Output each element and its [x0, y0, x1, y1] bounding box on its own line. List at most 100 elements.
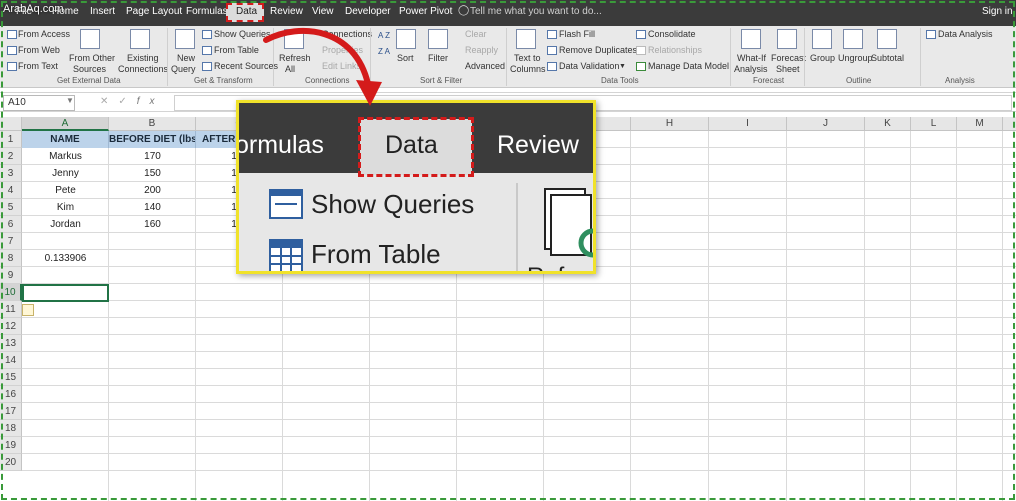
- from-web-button[interactable]: From Web: [18, 45, 60, 56]
- existing-connections-button[interactable]: Existing: [127, 53, 159, 64]
- cell-a5[interactable]: Kim: [22, 199, 109, 216]
- what-if-analysis-button[interactable]: What-If: [737, 53, 766, 64]
- forecast-sheet-button[interactable]: Forecast: [771, 53, 806, 64]
- cell-b4[interactable]: 200: [109, 182, 196, 199]
- cell-a6[interactable]: Jordan: [22, 216, 109, 233]
- column-header-a[interactable]: A: [22, 117, 109, 131]
- group-button[interactable]: Group: [810, 53, 835, 64]
- tab-formulas[interactable]: Formulas: [186, 6, 228, 17]
- tab-page-layout[interactable]: Page Layout: [126, 6, 182, 17]
- web-icon: [7, 46, 17, 55]
- cell-b3[interactable]: 150: [109, 165, 196, 182]
- clear-filter-button[interactable]: Clear: [465, 29, 487, 40]
- chevron-down-icon[interactable]: ▼: [66, 96, 74, 105]
- consolidate-button[interactable]: Consolidate: [648, 29, 696, 40]
- row-header-10[interactable]: 10: [0, 284, 22, 301]
- cancel-icon[interactable]: ✕: [100, 96, 118, 107]
- zoom-tab-formulas: ormulas: [236, 131, 324, 159]
- column-header-b[interactable]: B: [109, 117, 196, 131]
- row-header-5[interactable]: 5: [0, 199, 22, 216]
- select-all-corner[interactable]: [0, 117, 22, 131]
- from-text-button[interactable]: From Text: [18, 61, 58, 72]
- fx-icon[interactable]: fx: [137, 96, 165, 107]
- reapply-button[interactable]: Reapply: [465, 45, 498, 56]
- chevron-down-icon[interactable]: ▼: [619, 61, 626, 72]
- column-header-h[interactable]: H: [631, 117, 709, 131]
- tab-developer[interactable]: Developer: [345, 6, 391, 17]
- row-header-20[interactable]: 20: [0, 454, 22, 471]
- gridline-horizontal: [22, 470, 1016, 471]
- row-header-16[interactable]: 16: [0, 386, 22, 403]
- group-label-data-tools: Data Tools: [601, 76, 639, 85]
- row-header-6[interactable]: 6: [0, 216, 22, 233]
- row-header-12[interactable]: 12: [0, 318, 22, 335]
- column-header-l[interactable]: L: [911, 117, 957, 131]
- paste-options-icon[interactable]: [22, 304, 34, 316]
- ungroup-button[interactable]: Ungroup: [838, 53, 873, 64]
- data-validation-button[interactable]: Data Validation: [559, 61, 619, 72]
- row-header-4[interactable]: 4: [0, 182, 22, 199]
- cell-a4[interactable]: Pete: [22, 182, 109, 199]
- advanced-filter-button[interactable]: Advanced: [465, 61, 505, 72]
- tab-data[interactable]: Data: [236, 6, 257, 17]
- cell-b1[interactable]: BEFORE DIET (lbs): [109, 131, 196, 148]
- row-header-18[interactable]: 18: [0, 420, 22, 437]
- column-header-n[interactable]: N: [1003, 117, 1016, 131]
- subtotal-button[interactable]: Subtotal: [871, 53, 904, 64]
- from-table-button[interactable]: From Table: [214, 45, 259, 56]
- what-if-icon: [741, 29, 761, 49]
- relationships-button[interactable]: Relationships: [648, 45, 702, 56]
- row-header-19[interactable]: 19: [0, 437, 22, 454]
- tab-insert[interactable]: Insert: [90, 6, 115, 17]
- row-header-14[interactable]: 14: [0, 352, 22, 369]
- cell-b5[interactable]: 140: [109, 199, 196, 216]
- text-to-columns-button[interactable]: Text to: [514, 53, 541, 64]
- column-header-m[interactable]: M: [957, 117, 1003, 131]
- row-header-2[interactable]: 2: [0, 148, 22, 165]
- tell-me-input[interactable]: Tell me what you want to do...: [470, 6, 602, 17]
- cell-a8[interactable]: 0.133906: [22, 250, 109, 267]
- remove-duplicates-button[interactable]: Remove Duplicates: [559, 45, 637, 56]
- cell-b6[interactable]: 160: [109, 216, 196, 233]
- tab-review[interactable]: Review: [270, 6, 303, 17]
- tab-view[interactable]: View: [312, 6, 334, 17]
- row-header-11[interactable]: 11: [0, 301, 22, 318]
- from-access-button[interactable]: From Access: [18, 29, 70, 40]
- row-header-17[interactable]: 17: [0, 403, 22, 420]
- new-query-button[interactable]: New: [177, 53, 195, 64]
- from-other-sources-label: Sources: [73, 64, 107, 74]
- name-box[interactable]: A10: [3, 95, 75, 111]
- data-analysis-button[interactable]: Data Analysis: [938, 29, 993, 40]
- cell-a2[interactable]: Markus: [22, 148, 109, 165]
- group-separator: [804, 28, 805, 86]
- flash-fill-button[interactable]: Flash Fill: [559, 29, 595, 40]
- cell-a3[interactable]: Jenny: [22, 165, 109, 182]
- row-header-13[interactable]: 13: [0, 335, 22, 352]
- row-header-1[interactable]: 1: [0, 131, 22, 148]
- cell-c1[interactable]: AFTER D: [196, 131, 238, 148]
- group-label-get-external-data: Get External Data: [57, 76, 121, 85]
- filter-button[interactable]: Filter: [428, 53, 448, 64]
- from-other-sources-button[interactable]: From Other: [69, 53, 115, 64]
- row-header-9[interactable]: 9: [0, 267, 22, 284]
- row-header-7[interactable]: 7: [0, 233, 22, 250]
- column-header-i[interactable]: I: [709, 117, 787, 131]
- active-cell-a10[interactable]: [22, 284, 109, 302]
- enter-icon[interactable]: ✓: [118, 96, 136, 107]
- row-header-8[interactable]: 8: [0, 250, 22, 267]
- column-header-k[interactable]: K: [865, 117, 911, 131]
- existing-connections-icon: [130, 29, 150, 49]
- sort-button[interactable]: Sort: [397, 53, 414, 64]
- gridline-horizontal: [22, 317, 1016, 318]
- cell-a1[interactable]: NAME: [22, 131, 109, 148]
- gridline-horizontal: [22, 283, 1016, 284]
- row-header-3[interactable]: 3: [0, 165, 22, 182]
- manage-data-model-button[interactable]: Manage Data Model: [648, 61, 729, 72]
- group-icon: [812, 29, 832, 49]
- tab-power-pivot[interactable]: Power Pivot: [399, 6, 452, 17]
- column-header-j[interactable]: J: [787, 117, 865, 131]
- row-header-15[interactable]: 15: [0, 369, 22, 386]
- menu-bar: File Home Insert Page Layout Formulas Da…: [0, 0, 1016, 26]
- sign-in-link[interactable]: Sign in: [982, 6, 1013, 17]
- cell-b2[interactable]: 170: [109, 148, 196, 165]
